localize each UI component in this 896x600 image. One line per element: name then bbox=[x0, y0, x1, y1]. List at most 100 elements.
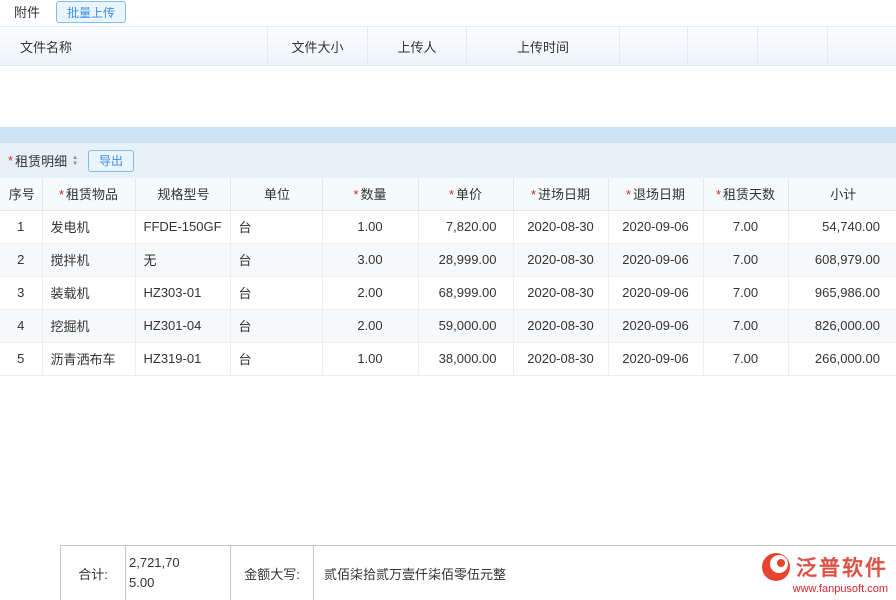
batch-upload-button[interactable]: 批量上传 bbox=[56, 1, 126, 23]
vendor-logo: 泛普软件 www.fanpusoft.com bbox=[761, 552, 888, 595]
table-cell: 1 bbox=[0, 210, 42, 243]
required-asterisk: * bbox=[449, 187, 454, 202]
table-cell: HZ303-01 bbox=[135, 276, 230, 309]
table-cell: 38,000.00 bbox=[418, 342, 513, 375]
total-label: 合计: bbox=[60, 545, 125, 600]
table-cell: 7.00 bbox=[703, 243, 788, 276]
table-cell: 搅拌机 bbox=[42, 243, 135, 276]
required-asterisk: * bbox=[716, 187, 721, 202]
amount-words-label: 金额大写: bbox=[230, 545, 313, 600]
rental-section-title: 租赁明细 bbox=[15, 151, 67, 170]
col-header-index: 序号 bbox=[0, 178, 42, 210]
table-cell: 2020-08-30 bbox=[513, 276, 608, 309]
col-header-unit: 单位 bbox=[230, 178, 322, 210]
col-header-unit-price: *单价 bbox=[418, 178, 513, 210]
col-header-exit-date: *退场日期 bbox=[608, 178, 703, 210]
table-cell: HZ319-01 bbox=[135, 342, 230, 375]
attachment-header-upload-time: 上传时间 bbox=[467, 27, 620, 65]
attachment-tab[interactable]: 附件 bbox=[14, 2, 40, 23]
table-cell: 台 bbox=[230, 276, 322, 309]
table-row[interactable]: 1发电机FFDE-150GF台1.007,820.002020-08-30202… bbox=[0, 210, 896, 243]
table-cell: 7.00 bbox=[703, 342, 788, 375]
table-cell: 台 bbox=[230, 309, 322, 342]
table-cell: 2020-09-06 bbox=[608, 309, 703, 342]
attachment-header-empty-4 bbox=[828, 27, 896, 65]
table-cell: 无 bbox=[135, 243, 230, 276]
table-cell: 7.00 bbox=[703, 276, 788, 309]
table-cell: 1.00 bbox=[322, 342, 418, 375]
table-cell: 266,000.00 bbox=[788, 342, 896, 375]
attachment-toolbar: 附件 批量上传 bbox=[0, 0, 896, 26]
attachment-header-empty-2 bbox=[688, 27, 758, 65]
rental-panel: * 租赁明细 ▲▼ 导出 序号 *租赁物品 规格型号 单位 *数量 *单价 *进… bbox=[0, 143, 896, 545]
vendor-website-link[interactable]: www.fanpusoft.com bbox=[761, 583, 888, 595]
attachment-header-uploader: 上传人 bbox=[368, 27, 467, 65]
attachment-header-file-name: 文件名称 bbox=[0, 27, 268, 65]
table-cell: HZ301-04 bbox=[135, 309, 230, 342]
rental-toolbar: * 租赁明细 ▲▼ 导出 bbox=[0, 143, 896, 178]
table-cell: 3 bbox=[0, 276, 42, 309]
attachment-header-empty-1 bbox=[620, 27, 688, 65]
table-cell: 沥青洒布车 bbox=[42, 342, 135, 375]
table-cell: 2 bbox=[0, 243, 42, 276]
table-cell: 54,740.00 bbox=[788, 210, 896, 243]
table-cell: 2020-09-06 bbox=[608, 210, 703, 243]
table-cell: 装载机 bbox=[42, 276, 135, 309]
table-cell: 608,979.00 bbox=[788, 243, 896, 276]
table-cell: 28,999.00 bbox=[418, 243, 513, 276]
table-cell: 2020-08-30 bbox=[513, 243, 608, 276]
col-header-quantity: *数量 bbox=[322, 178, 418, 210]
table-cell: 2020-08-30 bbox=[513, 210, 608, 243]
total-value: 2,721,705.00 bbox=[125, 545, 230, 600]
col-header-entry-date: *进场日期 bbox=[513, 178, 608, 210]
table-cell: 挖掘机 bbox=[42, 309, 135, 342]
table-row[interactable]: 3装载机HZ303-01台2.0068,999.002020-08-302020… bbox=[0, 276, 896, 309]
table-row[interactable]: 4挖掘机HZ301-04台2.0059,000.002020-08-302020… bbox=[0, 309, 896, 342]
vendor-name: 泛普软件 bbox=[796, 552, 888, 582]
export-button[interactable]: 导出 bbox=[88, 150, 134, 172]
table-cell: 4 bbox=[0, 309, 42, 342]
table-cell: 台 bbox=[230, 342, 322, 375]
sort-stepper-icon[interactable]: ▲▼ bbox=[72, 155, 78, 167]
rental-table: 序号 *租赁物品 规格型号 单位 *数量 *单价 *进场日期 *退场日期 *租赁… bbox=[0, 178, 896, 376]
table-cell: FFDE-150GF bbox=[135, 210, 230, 243]
table-cell: 7.00 bbox=[703, 309, 788, 342]
table-cell: 台 bbox=[230, 210, 322, 243]
rental-table-body: 1发电机FFDE-150GF台1.007,820.002020-08-30202… bbox=[0, 210, 896, 375]
col-header-rental-days: *租赁天数 bbox=[703, 178, 788, 210]
table-cell: 2020-08-30 bbox=[513, 342, 608, 375]
required-asterisk: * bbox=[531, 187, 536, 202]
table-cell: 7,820.00 bbox=[418, 210, 513, 243]
totals-spacer bbox=[0, 545, 60, 600]
fanpu-logo-icon bbox=[761, 552, 791, 582]
attachment-table-header: 文件名称 文件大小 上传人 上传时间 bbox=[0, 26, 896, 66]
total-amount: 2,721,705.00 bbox=[129, 553, 189, 593]
required-asterisk: * bbox=[353, 187, 358, 202]
table-cell: 965,986.00 bbox=[788, 276, 896, 309]
table-cell: 2.00 bbox=[322, 309, 418, 342]
table-row[interactable]: 5沥青洒布车HZ319-01台1.0038,000.002020-08-3020… bbox=[0, 342, 896, 375]
col-header-subtotal: 小计 bbox=[788, 178, 896, 210]
table-cell: 2.00 bbox=[322, 276, 418, 309]
rental-header-row: 序号 *租赁物品 规格型号 单位 *数量 *单价 *进场日期 *退场日期 *租赁… bbox=[0, 178, 896, 210]
table-cell: 3.00 bbox=[322, 243, 418, 276]
required-asterisk: * bbox=[626, 187, 631, 202]
col-header-spec: 规格型号 bbox=[135, 178, 230, 210]
attachment-header-file-size: 文件大小 bbox=[268, 27, 368, 65]
table-cell: 5 bbox=[0, 342, 42, 375]
table-cell: 826,000.00 bbox=[788, 309, 896, 342]
required-asterisk: * bbox=[8, 153, 13, 168]
table-cell: 发电机 bbox=[42, 210, 135, 243]
required-asterisk: * bbox=[59, 187, 64, 202]
table-cell: 2020-08-30 bbox=[513, 309, 608, 342]
col-header-item: *租赁物品 bbox=[42, 178, 135, 210]
attachment-panel: 附件 批量上传 文件名称 文件大小 上传人 上传时间 bbox=[0, 0, 896, 127]
table-cell: 68,999.00 bbox=[418, 276, 513, 309]
table-cell: 1.00 bbox=[322, 210, 418, 243]
table-row[interactable]: 2搅拌机无台3.0028,999.002020-08-302020-09-067… bbox=[0, 243, 896, 276]
table-cell: 2020-09-06 bbox=[608, 276, 703, 309]
table-cell: 台 bbox=[230, 243, 322, 276]
table-cell: 59,000.00 bbox=[418, 309, 513, 342]
table-cell: 2020-09-06 bbox=[608, 342, 703, 375]
table-cell: 2020-09-06 bbox=[608, 243, 703, 276]
